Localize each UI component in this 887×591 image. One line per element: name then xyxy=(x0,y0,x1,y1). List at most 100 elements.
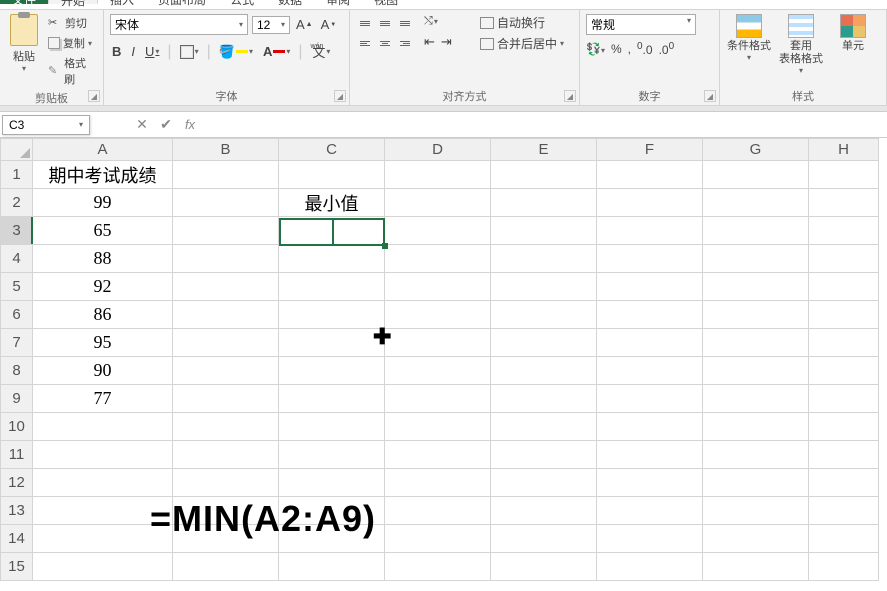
tab-data[interactable]: 数据 xyxy=(266,0,314,4)
cell[interactable] xyxy=(173,217,279,245)
row-header[interactable]: 14 xyxy=(1,525,33,553)
format-as-table-button[interactable]: 套用 表格格式▾ xyxy=(778,14,824,86)
cell[interactable] xyxy=(703,413,809,441)
cell[interactable] xyxy=(597,189,703,217)
cell[interactable] xyxy=(809,357,879,385)
cell[interactable] xyxy=(597,273,703,301)
cell[interactable] xyxy=(173,301,279,329)
decrease-decimal-button[interactable]: .00 xyxy=(659,41,675,57)
align-right-button[interactable] xyxy=(396,34,414,52)
cell[interactable] xyxy=(33,469,173,497)
cell[interactable] xyxy=(703,357,809,385)
cell[interactable] xyxy=(385,273,491,301)
cell[interactable] xyxy=(809,273,879,301)
align-center-button[interactable] xyxy=(376,34,394,52)
cell[interactable] xyxy=(703,385,809,413)
cell[interactable] xyxy=(279,329,385,357)
cell[interactable] xyxy=(597,245,703,273)
cell[interactable] xyxy=(279,217,385,245)
cell[interactable] xyxy=(703,525,809,553)
paste-button[interactable]: 粘贴 ▾ xyxy=(6,14,42,88)
cell[interactable]: 最小值 xyxy=(279,189,385,217)
increase-font-button[interactable]: A▲ xyxy=(294,16,315,33)
cell[interactable] xyxy=(173,441,279,469)
wrap-text-button[interactable]: 自动换行 xyxy=(480,14,564,31)
cell[interactable] xyxy=(809,217,879,245)
cell[interactable] xyxy=(597,441,703,469)
fill-color-button[interactable]: 🪣▾ xyxy=(217,43,255,61)
cell[interactable]: 95 xyxy=(33,329,173,357)
cell[interactable] xyxy=(703,217,809,245)
cell[interactable] xyxy=(491,245,597,273)
cell[interactable] xyxy=(385,329,491,357)
cell[interactable] xyxy=(279,301,385,329)
percent-button[interactable]: % xyxy=(611,42,622,56)
formula-input[interactable] xyxy=(202,116,887,134)
cell[interactable] xyxy=(703,189,809,217)
cell[interactable] xyxy=(385,189,491,217)
accept-formula-button[interactable]: ✔ xyxy=(154,116,178,133)
cut-button[interactable]: ✂剪切 xyxy=(46,14,97,32)
cell[interactable] xyxy=(703,497,809,525)
phonetic-button[interactable]: wén文▾ xyxy=(309,41,333,62)
tab-insert[interactable]: 插入 xyxy=(98,0,146,4)
cell[interactable] xyxy=(279,441,385,469)
tab-home[interactable]: 开始 xyxy=(48,0,98,4)
row-header[interactable]: 9 xyxy=(1,385,33,413)
cell[interactable] xyxy=(809,329,879,357)
row-header[interactable]: 3 xyxy=(1,217,33,245)
cell[interactable]: 90 xyxy=(33,357,173,385)
cell[interactable] xyxy=(703,469,809,497)
cell[interactable] xyxy=(385,357,491,385)
cell[interactable] xyxy=(173,413,279,441)
row-header[interactable]: 12 xyxy=(1,469,33,497)
cell[interactable] xyxy=(173,161,279,189)
column-header[interactable]: C xyxy=(279,139,385,161)
cell[interactable] xyxy=(491,385,597,413)
cell[interactable] xyxy=(703,441,809,469)
cell[interactable] xyxy=(173,385,279,413)
cell[interactable] xyxy=(385,245,491,273)
comma-style-button[interactable]: , xyxy=(628,42,631,56)
align-top-button[interactable] xyxy=(356,14,374,32)
cell[interactable] xyxy=(385,413,491,441)
cell[interactable]: 88 xyxy=(33,245,173,273)
cell[interactable] xyxy=(809,413,879,441)
cell[interactable] xyxy=(809,525,879,553)
cell[interactable] xyxy=(279,413,385,441)
cell[interactable] xyxy=(173,357,279,385)
cell[interactable] xyxy=(597,301,703,329)
merge-center-button[interactable]: 合并后居中▾ xyxy=(480,35,564,52)
cell[interactable] xyxy=(279,553,385,581)
cell[interactable] xyxy=(385,553,491,581)
font-name-combo[interactable]: 宋体▾ xyxy=(110,14,248,35)
dialog-launcher-icon[interactable]: ◢ xyxy=(704,90,716,102)
cell[interactable] xyxy=(385,469,491,497)
cell[interactable] xyxy=(491,441,597,469)
row-header[interactable]: 15 xyxy=(1,553,33,581)
cell[interactable] xyxy=(491,525,597,553)
cell[interactable] xyxy=(491,469,597,497)
cell[interactable] xyxy=(809,441,879,469)
cell[interactable] xyxy=(491,413,597,441)
cell[interactable] xyxy=(279,273,385,301)
cell[interactable]: 92 xyxy=(33,273,173,301)
cell[interactable] xyxy=(809,245,879,273)
cell[interactable] xyxy=(173,189,279,217)
tab-view[interactable]: 视图 xyxy=(362,0,410,4)
cell-styles-button[interactable]: 单元 xyxy=(830,14,876,86)
cell[interactable] xyxy=(809,553,879,581)
cell[interactable] xyxy=(809,497,879,525)
cell[interactable]: 65 xyxy=(33,217,173,245)
cell[interactable] xyxy=(173,469,279,497)
cell[interactable] xyxy=(809,301,879,329)
row-header[interactable]: 11 xyxy=(1,441,33,469)
spreadsheet-grid[interactable]: ABCDEFGH1期中考试成绩299最小值3654885926867958909… xyxy=(0,138,887,581)
font-size-combo[interactable]: 12▾ xyxy=(252,16,290,34)
cell[interactable] xyxy=(491,553,597,581)
decrease-indent-button[interactable]: ⇤ xyxy=(422,33,437,51)
cell[interactable] xyxy=(279,469,385,497)
cell[interactable] xyxy=(173,553,279,581)
column-header[interactable]: G xyxy=(703,139,809,161)
column-header[interactable]: F xyxy=(597,139,703,161)
